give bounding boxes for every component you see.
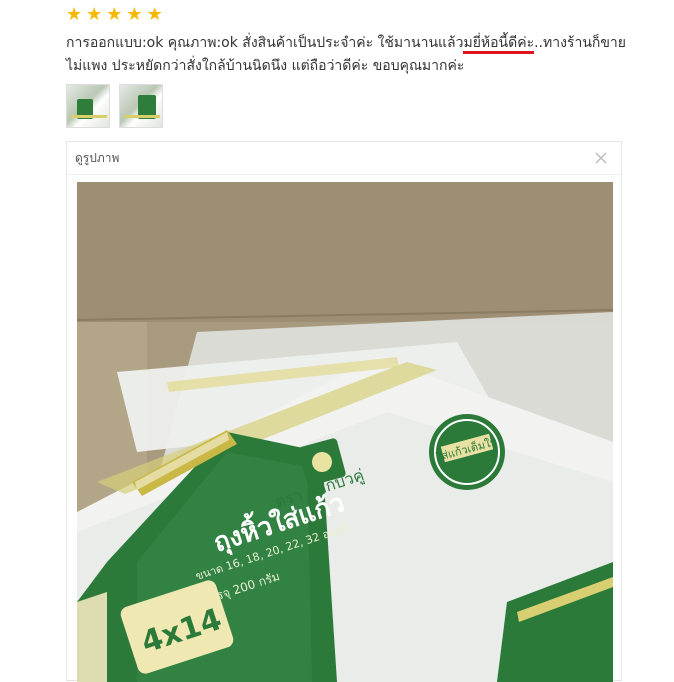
review-text-before: การออกแบบ:ok คุณภาพ:ok สั่งสินค้าเป็นประ… — [66, 35, 464, 51]
star-icon: ★ — [66, 4, 83, 25]
review-photo: ตรา ดอกบัวคู่ ถุงหิ้วใส่แก้ว ขนาด 16, 18… — [77, 182, 613, 682]
image-viewer-title: ดูรูปภาพ — [75, 151, 120, 165]
star-icon: ★ — [126, 4, 143, 25]
review-thumbnail[interactable] — [66, 84, 110, 128]
image-viewer: ดูรูปภาพ ตรา ดอกบัวคู่ ถุงหิ้วใส่แก้ว ขน… — [66, 141, 622, 682]
review-text: การออกแบบ:ok คุณภาพ:ok สั่งสินค้าเป็นประ… — [66, 32, 626, 78]
close-icon[interactable] — [591, 142, 611, 174]
review-thumbnails — [66, 84, 163, 128]
star-icon: ★ — [106, 4, 123, 25]
image-viewer-header: ดูรูปภาพ — [67, 142, 621, 175]
star-icon: ★ — [86, 4, 103, 25]
review-thumbnail[interactable] — [119, 84, 163, 128]
star-icon: ★ — [146, 4, 163, 25]
rating-stars: ★ ★ ★ ★ ★ — [66, 6, 163, 24]
review-text-highlight: มยี่ห้อนี้ดีค่ะ — [463, 35, 535, 54]
